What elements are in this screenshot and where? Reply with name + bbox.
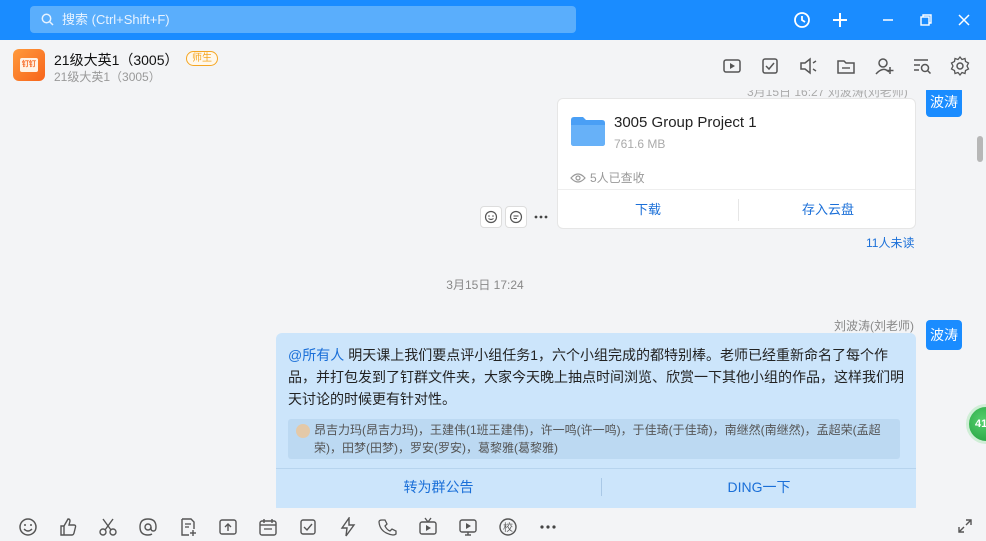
file-actions: 下载 存入云盘: [558, 189, 915, 229]
tv-icon[interactable]: [418, 517, 438, 537]
mention-all[interactable]: @所有人: [288, 347, 344, 363]
like-icon[interactable]: [58, 517, 78, 537]
search-input[interactable]: 搜索 (Ctrl+Shift+F): [30, 6, 576, 33]
download-button[interactable]: 下载: [558, 190, 738, 230]
eye-icon: [570, 172, 586, 183]
file-size: 761.6 MB: [614, 137, 666, 151]
announcement-icon[interactable]: [797, 55, 819, 77]
ding-icon[interactable]: [338, 517, 358, 537]
group-name[interactable]: 21级大英1（3005）: [54, 50, 179, 70]
calendar-icon[interactable]: [258, 517, 278, 537]
upload-file-icon[interactable]: [218, 517, 238, 537]
live-icon[interactable]: [721, 55, 743, 77]
task-icon[interactable]: [759, 55, 781, 77]
message-text: @所有人 明天课上我们要点评小组任务1，六个小组完成的都特别棒。老师已经重新命名了…: [288, 344, 908, 410]
history-icon[interactable]: [790, 8, 814, 32]
school-icon[interactable]: 校: [498, 517, 518, 537]
phone-icon[interactable]: [378, 517, 398, 537]
title-bar: 搜索 (Ctrl+Shift+F): [0, 0, 986, 40]
chat-messages[interactable]: 3月15日 16:27 刘波涛(刘老师) 波涛 3005 Group Proje…: [0, 90, 970, 508]
sender-avatar[interactable]: 波涛: [926, 90, 962, 117]
add-icon[interactable]: [828, 8, 852, 32]
restore-icon[interactable]: [914, 8, 938, 32]
sender-name: 刘波涛(刘老师): [834, 319, 914, 333]
screenshot-icon[interactable]: [98, 517, 118, 537]
more-tools-icon[interactable]: [538, 517, 558, 537]
scrollbar[interactable]: [977, 136, 983, 162]
close-icon[interactable]: [952, 8, 976, 32]
chat-header: 钉钉 21级大英1（3005） 师生 21级大英1（3005）: [0, 40, 986, 90]
viewed-count: 5人已查收: [590, 171, 645, 185]
convert-to-announcement-button[interactable]: 转为群公告: [276, 469, 601, 505]
minimize-icon[interactable]: [876, 8, 900, 32]
file-name: 3005 Group Project 1: [614, 114, 757, 131]
document-icon[interactable]: [178, 517, 198, 537]
input-toolbar: 校: [0, 508, 986, 541]
emoji-icon[interactable]: [18, 517, 38, 537]
message-actions: 转为群公告 DING一下: [276, 468, 916, 504]
add-member-icon[interactable]: [873, 55, 895, 77]
todo-icon[interactable]: [298, 517, 318, 537]
group-avatar-text: 钉钉: [20, 58, 38, 72]
expand-icon[interactable]: [956, 517, 976, 537]
folder-icon[interactable]: [835, 55, 857, 77]
mentioned-users-list: 昂吉力玛(昂吉力玛)，王建伟(1班王建伟)，许一鸣(许一鸣)，于佳琦(于佳琦)，…: [314, 423, 881, 455]
unread-count[interactable]: 11人未读: [866, 234, 914, 251]
live-class-icon[interactable]: [458, 517, 478, 537]
folder-icon: [570, 115, 606, 147]
emoji-reaction-icon[interactable]: [480, 206, 502, 228]
search-icon: [41, 13, 54, 26]
group-avatar[interactable]: 钉钉: [13, 49, 45, 81]
mentioned-users[interactable]: 昂吉力玛(昂吉力玛)，王建伟(1班王建伟)，许一鸣(许一鸣)，于佳琦(于佳琦)，…: [288, 419, 900, 459]
viewed-status[interactable]: 5人已查收: [570, 169, 645, 186]
group-subtitle: 21级大英1（3005）: [54, 70, 161, 84]
sender-avatar[interactable]: 波涛: [926, 320, 962, 350]
save-to-cloud-button[interactable]: 存入云盘: [739, 190, 917, 230]
reply-icon[interactable]: [505, 206, 527, 228]
more-icon[interactable]: [530, 206, 552, 228]
search-history-icon[interactable]: [911, 55, 933, 77]
message-body: 明天课上我们要点评小组任务1，六个小组完成的都特别棒。老师已经重新命名了每个作品…: [288, 347, 904, 407]
time-separator: 3月15日 17:24: [446, 278, 524, 292]
teacher-student-badge: 师生: [186, 51, 218, 66]
settings-icon[interactable]: [949, 55, 971, 77]
user-avatar-icon: [296, 424, 310, 438]
ding-button[interactable]: DING一下: [602, 469, 916, 505]
file-message-card[interactable]: 3005 Group Project 1 761.6 MB 5人已查收 下载 存…: [557, 98, 916, 229]
announcement-message[interactable]: @所有人 明天课上我们要点评小组任务1，六个小组完成的都特别棒。老师已经重新命名了…: [276, 333, 916, 508]
svg-text:校: 校: [503, 521, 513, 534]
search-placeholder: 搜索 (Ctrl+Shift+F): [62, 12, 170, 27]
message-tools: [480, 206, 552, 228]
mention-icon[interactable]: [138, 517, 158, 537]
